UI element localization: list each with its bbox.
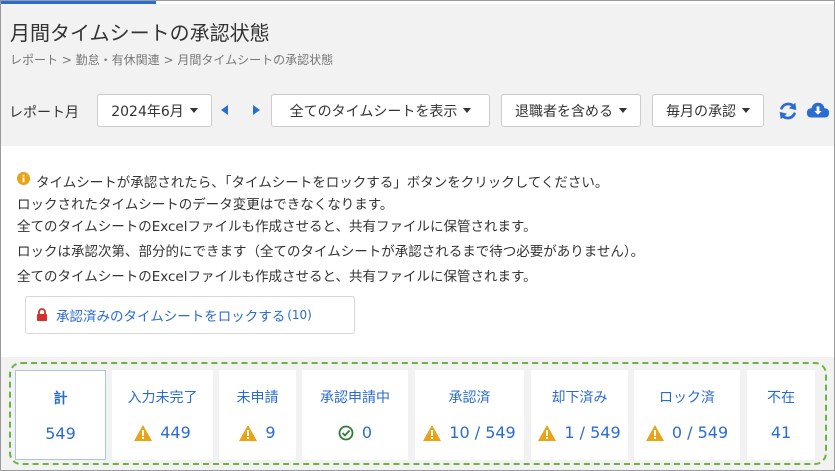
warning-icon [538,424,557,441]
toolbar: レポート月 2024年6月 全てのタイムシートを表示 退職者を含める 毎月の承認 [1,81,834,146]
stat-card-approved[interactable]: 承認済 10 / 549 [415,370,524,460]
stat-card-rejected[interactable]: 却下済み 1 / 549 [531,370,628,460]
stat-label: 計 [53,391,68,407]
warning-icon [645,424,664,441]
refresh-icon[interactable] [777,100,799,122]
stat-label: ロック済 [659,390,715,406]
stat-card-pending-approval[interactable]: 承認申請中 0 [302,370,408,460]
stat-label: 未申請 [236,390,279,406]
stat-value: 449 [112,423,213,442]
info-line: ロックされたタイムシートのデータ変更はできなくなります。 [17,197,394,213]
stat-value: 0 / 549 [634,423,740,442]
info-line: 全てのタイムシートのExcelファイルも作成させると、共有ファイルに保管されます… [17,269,537,285]
chevron-down-icon [619,108,627,113]
warning-icon [423,424,442,441]
stat-card-incomplete[interactable]: 入力未完了 449 [112,370,213,460]
timesheet-filter-value: 全てのタイムシートを表示 [289,103,458,120]
info-circle-icon [17,172,30,185]
warning-icon [239,424,258,441]
approval-type-dropdown[interactable]: 毎月の承認 [652,94,764,127]
include-retired-dropdown[interactable]: 退職者を含める [501,94,641,127]
page-title: 月間タイムシートの承認状態 [10,21,270,45]
lock-button-count: (10) [287,308,312,322]
stat-value: 41 [770,423,792,442]
cloud-download-icon[interactable] [806,100,830,122]
info-line: 全てのタイムシートのExcelファイルも作成させると、共有ファイルに保管されます… [17,219,537,235]
lock-icon [37,308,47,321]
lock-button-label: 承認済みのタイムシートをロックする [56,309,286,325]
breadcrumb: レポート > 勤怠・有休関連 > 月間タイムシートの承認状態 [10,53,334,67]
chevron-down-icon [463,108,472,113]
include-retired-label: 退職者を含める [515,103,613,120]
month-select[interactable]: 2024年6月 [97,94,212,127]
stat-label: 不在 [767,390,795,406]
arrow-left-icon[interactable] [221,105,228,115]
info-panel: タイムシートが承認されたら、「タイムシートをロックする」ボタンをクリックしてくだ… [9,155,826,353]
info-line: ロックは承認次第、部分的にできます（全てのタイムシートが承認されるまで待つ必要が… [17,244,645,260]
stat-label: 却下済み [551,390,608,406]
stat-label: 入力未完了 [127,390,198,406]
chevron-down-icon [742,108,750,113]
stat-value: 9 [219,423,296,442]
stat-value: 0 [302,423,408,442]
report-month-label: レポート月 [9,105,79,121]
stat-card-total[interactable]: 計 549 [15,370,106,460]
warning-icon [134,424,153,441]
stat-card-absent[interactable]: 不在 41 [747,370,815,460]
chevron-down-icon [189,108,198,113]
lock-approved-timesheets-button[interactable]: 承認済みのタイムシートをロックする (10) [25,296,355,334]
month-select-value: 2024年6月 [111,103,184,120]
stat-card-locked[interactable]: ロック済 0 / 549 [634,370,740,460]
stat-label: 承認申請中 [320,390,390,406]
stat-value: 549 [45,424,76,443]
stat-card-not-submitted[interactable]: 未申請 9 [219,370,296,460]
app-window: 月間タイムシートの承認状態 レポート > 勤怠・有休関連 > 月間タイムシートの… [0,0,835,471]
check-circle-icon [338,425,354,440]
timesheet-filter-select[interactable]: 全てのタイムシートを表示 [271,94,490,127]
page-header: 月間タイムシートの承認状態 レポート > 勤怠・有休関連 > 月間タイムシートの… [1,4,834,81]
approval-type-label: 毎月の承認 [666,103,736,120]
stat-value: 10 / 549 [415,423,524,442]
stat-value: 1 / 549 [531,423,628,442]
stat-label: 承認済 [448,390,491,406]
arrow-right-icon[interactable] [253,105,260,115]
info-line: タイムシートが承認されたら、「タイムシートをロックする」ボタンをクリックしてくだ… [36,175,609,191]
stats-section: 計 549 入力未完了 449 未申請 9 承認申請中 0 承認済 10 / 5… [1,357,834,470]
